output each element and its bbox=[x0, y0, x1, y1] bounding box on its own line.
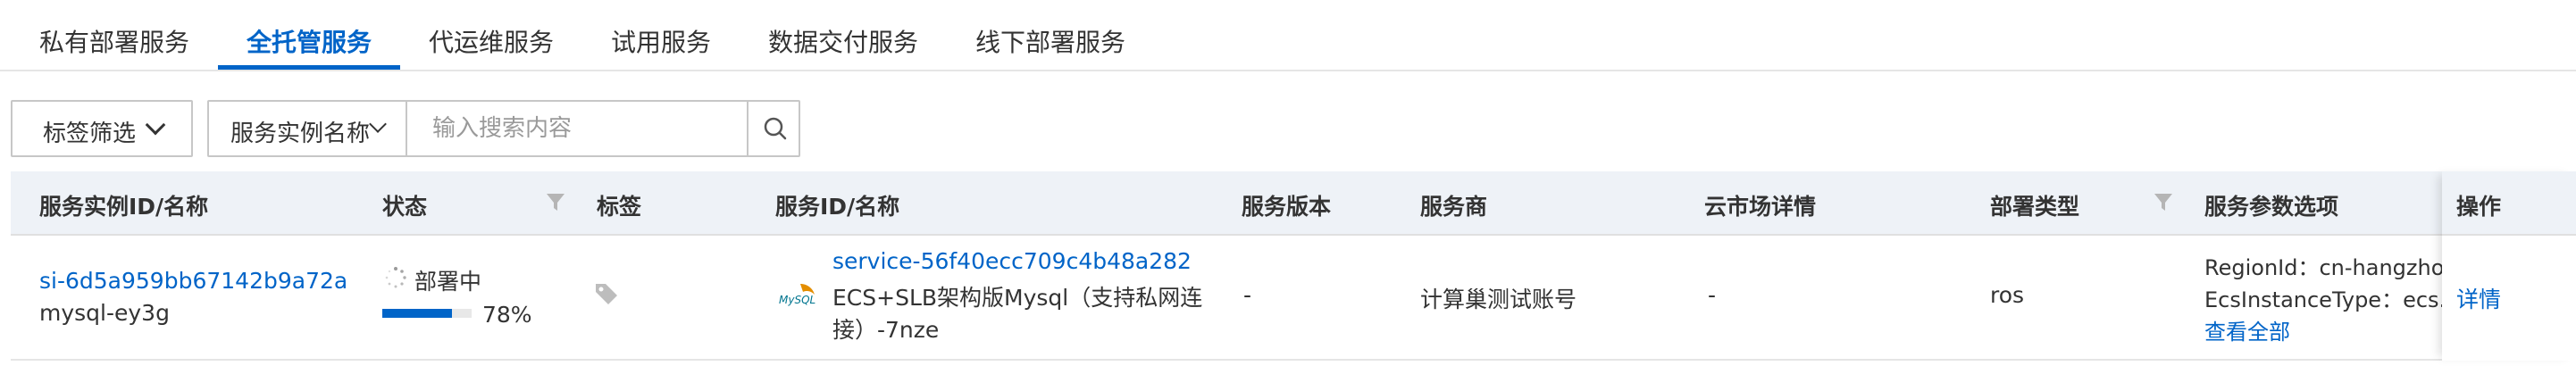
active-tab-indicator bbox=[218, 65, 400, 70]
service-type-tabs: 私有部署服务 全托管服务 代运维服务 试用服务 数据交付服务 线下部署服务 bbox=[0, 0, 2576, 71]
view-all-link[interactable]: 查看全部 bbox=[2204, 314, 2290, 345]
service-id-link[interactable]: service-56f40ecc709c4b48a282 bbox=[832, 248, 1192, 274]
mysql-logo-icon: MySQL bbox=[779, 284, 815, 306]
provider: 计算巢测试账号 bbox=[1420, 287, 1577, 312]
progress-bar-fill bbox=[382, 309, 452, 318]
column-header-instance: 服务实例ID/名称 bbox=[39, 194, 209, 220]
tab-private-deploy[interactable]: 私有部署服务 bbox=[39, 23, 189, 59]
tab-data-delivery[interactable]: 数据交付服务 bbox=[768, 23, 918, 59]
status-filter-icon[interactable] bbox=[545, 191, 566, 214]
chevron-down-icon bbox=[145, 114, 166, 136]
service-version: - bbox=[1243, 282, 1252, 308]
search-field-select[interactable]: 服务实例名称 bbox=[209, 102, 407, 155]
progress-percent: 78% bbox=[482, 302, 532, 328]
instance-id-link[interactable]: si-6d5a959bb67142b9a72a bbox=[39, 268, 347, 294]
params-cell: RegionId：cn-hangzhou EcsInstanceType：ecs… bbox=[2204, 236, 2453, 361]
column-header-tags: 标签 bbox=[597, 194, 642, 220]
tab-managed-ops[interactable]: 代运维服务 bbox=[429, 23, 554, 59]
tab-fully-managed[interactable]: 全托管服务 bbox=[247, 23, 372, 59]
tag-filter-button[interactable]: 标签筛选 bbox=[11, 100, 193, 157]
search-group: 服务实例名称 bbox=[207, 100, 952, 157]
column-header-params: 服务参数选项 bbox=[2204, 194, 2339, 220]
search-input[interactable] bbox=[407, 102, 952, 155]
marketplace-detail: - bbox=[1708, 282, 1717, 308]
column-header-provider: 服务商 bbox=[1420, 194, 1488, 220]
tab-offline-deploy[interactable]: 线下部署服务 bbox=[975, 23, 1125, 59]
column-header-service: 服务ID/名称 bbox=[775, 194, 900, 220]
param-region: RegionId：cn-hangzhou bbox=[2204, 255, 2453, 280]
svg-text:MySQL: MySQL bbox=[779, 294, 815, 306]
table-header: 服务实例ID/名称 状态 标签 服务ID/名称 服务版本 服务商 云市场详情 部… bbox=[11, 171, 2576, 236]
column-header-status: 状态 bbox=[382, 194, 428, 220]
search-icon bbox=[764, 117, 787, 140]
tag-filter-label: 标签筛选 bbox=[43, 121, 137, 147]
instance-name: mysql-ey3g bbox=[39, 300, 170, 326]
deploy-type-filter-icon[interactable] bbox=[2153, 191, 2174, 214]
param-instance-type: EcsInstanceType：ecs.c bbox=[2204, 287, 2453, 312]
tag-icon[interactable] bbox=[593, 280, 620, 307]
column-header-actions: 操作 bbox=[2456, 194, 2502, 220]
search-field-label: 服务实例名称 bbox=[230, 121, 371, 147]
loading-spinner-icon bbox=[385, 267, 406, 288]
tab-trial[interactable]: 试用服务 bbox=[611, 23, 711, 59]
service-name-line1: ECS+SLB架构版Mysql（支持私网连 bbox=[832, 285, 1203, 311]
service-name-line2: 接）-7nze bbox=[832, 317, 940, 343]
column-header-marketplace: 云市场详情 bbox=[1704, 194, 1817, 220]
search-button[interactable] bbox=[747, 102, 800, 155]
actions-column-header: 操作 bbox=[2442, 171, 2576, 236]
deploy-type: ros bbox=[1990, 282, 2025, 308]
details-link[interactable]: 详情 bbox=[2456, 282, 2501, 314]
chevron-down-icon bbox=[369, 115, 387, 133]
table-row: si-6d5a959bb67142b9a72a mysql-ey3g 部署中 7… bbox=[11, 236, 2576, 361]
column-header-version: 服务版本 bbox=[1242, 194, 1332, 220]
column-header-deploy-type: 部署类型 bbox=[1990, 194, 2080, 220]
progress-bar bbox=[382, 309, 472, 318]
status-text: 部署中 bbox=[414, 269, 482, 295]
